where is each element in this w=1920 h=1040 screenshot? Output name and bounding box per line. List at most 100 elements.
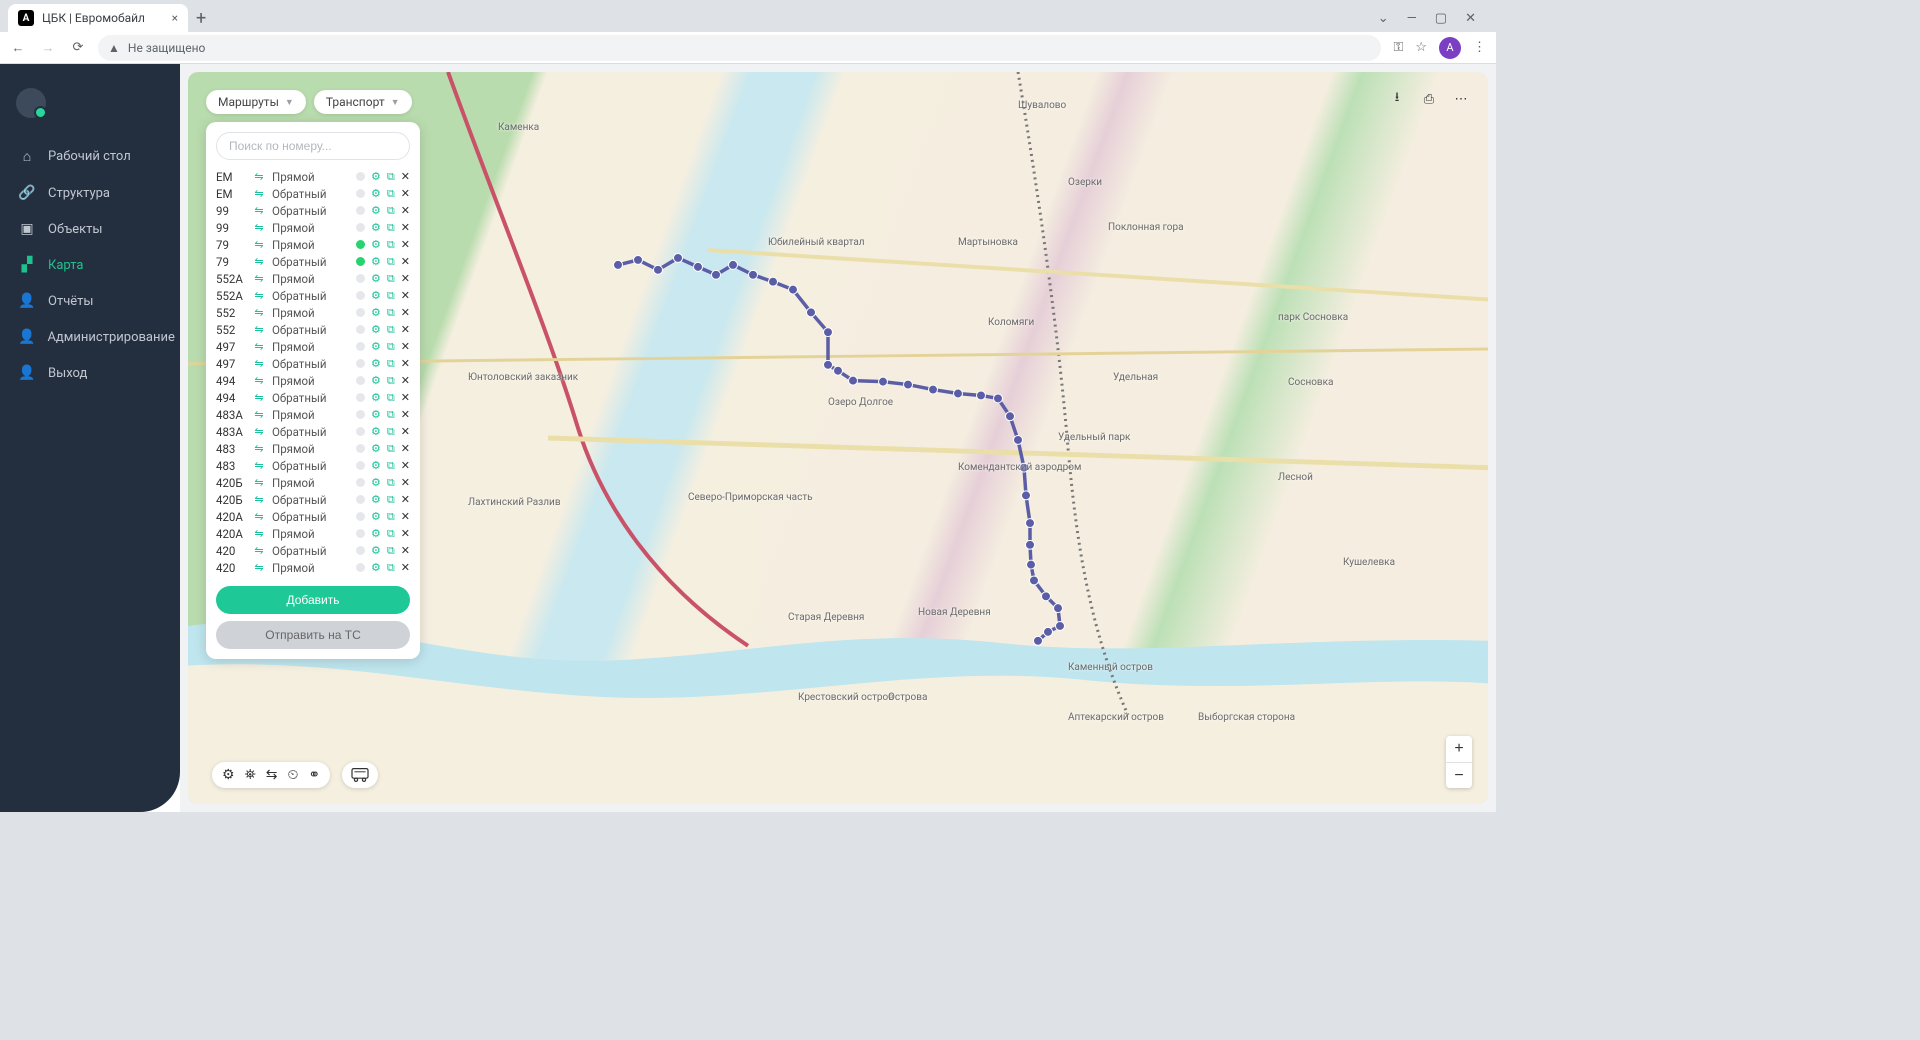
gear-icon[interactable]: ⚙ — [371, 238, 381, 251]
remove-icon[interactable]: ✕ — [401, 459, 410, 472]
route-row[interactable]: 420А⇋Обратный⚙⧉✕ — [216, 508, 410, 525]
gear-icon[interactable]: ⚙ — [371, 408, 381, 421]
browser-tab[interactable]: A ЦБК | Евромобайл × — [8, 4, 188, 32]
route-row[interactable]: 99⇋Обратный⚙⧉✕ — [216, 202, 410, 219]
remove-icon[interactable]: ✕ — [401, 289, 410, 302]
user-block[interactable] — [0, 78, 180, 138]
remove-icon[interactable]: ✕ — [401, 204, 410, 217]
duplicate-icon[interactable]: ⧉ — [387, 510, 395, 524]
sidebar-item-structure[interactable]: 🔗Структура — [0, 175, 180, 211]
remove-icon[interactable]: ✕ — [401, 238, 410, 251]
gear-icon[interactable]: ⚙ — [371, 544, 381, 557]
remove-icon[interactable]: ✕ — [401, 374, 410, 387]
duplicate-icon[interactable]: ⧉ — [387, 306, 395, 320]
maximize-icon[interactable]: ▢ — [1435, 11, 1447, 26]
duplicate-icon[interactable]: ⧉ — [387, 374, 395, 388]
gear-icon[interactable]: ⚙ — [371, 459, 381, 472]
remove-icon[interactable]: ✕ — [401, 442, 410, 455]
route-row[interactable]: 552А⇋Обратный⚙⧉✕ — [216, 287, 410, 304]
zoom-out-button[interactable]: − — [1446, 762, 1472, 788]
duplicate-icon[interactable]: ⧉ — [387, 459, 395, 473]
sidebar-item-dashboard[interactable]: ⌂Рабочий стол — [0, 138, 180, 175]
routes-filter-pill[interactable]: Маршруты ▼ — [206, 90, 306, 114]
gear-icon[interactable]: ⚙ — [371, 357, 381, 370]
reload-icon[interactable]: ⟳ — [70, 40, 86, 56]
more-icon[interactable]: ⋯ — [1450, 88, 1472, 110]
route-row[interactable]: 483⇋Прямой⚙⧉✕ — [216, 440, 410, 457]
gear-icon[interactable]: ⚙ — [371, 340, 381, 353]
bus-tool-group[interactable] — [342, 762, 378, 788]
duplicate-icon[interactable]: ⧉ — [387, 527, 395, 541]
profile-avatar[interactable]: A — [1439, 37, 1461, 59]
duplicate-icon[interactable]: ⧉ — [387, 442, 395, 456]
route-row[interactable]: 483⇋Обратный⚙⧉✕ — [216, 457, 410, 474]
route-row[interactable]: EM⇋Обратный⚙⧉✕ — [216, 185, 410, 202]
route-row[interactable]: 497⇋Прямой⚙⧉✕ — [216, 338, 410, 355]
remove-icon[interactable]: ✕ — [401, 187, 410, 200]
gear-icon[interactable]: ⚙ — [371, 289, 381, 302]
remove-icon[interactable]: ✕ — [401, 272, 410, 285]
remove-icon[interactable]: ✕ — [401, 476, 410, 489]
route-row[interactable]: 99⇋Прямой⚙⧉✕ — [216, 219, 410, 236]
sidebar-item-map[interactable]: ▞Карта — [0, 247, 180, 283]
duplicate-icon[interactable]: ⧉ — [387, 493, 395, 507]
sidebar-item-admin[interactable]: 👤Администрирование — [0, 319, 180, 355]
link-icon[interactable]: ⚭ — [308, 767, 320, 783]
gear-icon[interactable]: ⚙ — [371, 493, 381, 506]
remove-icon[interactable]: ✕ — [401, 255, 410, 268]
gear-icon[interactable]: ⚙ — [371, 272, 381, 285]
duplicate-icon[interactable]: ⧉ — [387, 357, 395, 371]
route-row[interactable]: 420⇋Прямой⚙⧉✕ — [216, 559, 410, 576]
remove-icon[interactable]: ✕ — [401, 510, 410, 523]
remove-icon[interactable]: ✕ — [401, 493, 410, 506]
close-tab-icon[interactable]: × — [172, 11, 178, 25]
remove-icon[interactable]: ✕ — [401, 544, 410, 557]
gear-icon[interactable]: ⚙ — [371, 187, 381, 200]
remove-icon[interactable]: ✕ — [401, 323, 410, 336]
sidebar-item-objects[interactable]: ▣Объекты — [0, 211, 180, 247]
gear-icon[interactable]: ⚙ — [371, 442, 381, 455]
minimize-icon[interactable]: — — [1407, 11, 1417, 26]
duplicate-icon[interactable]: ⧉ — [387, 561, 395, 575]
sidebar-item-logout[interactable]: 👤Выход — [0, 355, 180, 391]
duplicate-icon[interactable]: ⧉ — [387, 221, 395, 235]
gear-icon[interactable]: ⚙ — [371, 221, 381, 234]
route-row[interactable]: 420⇋Обратный⚙⧉✕ — [216, 542, 410, 559]
route-row[interactable]: 79⇋Обратный⚙⧉✕ — [216, 253, 410, 270]
duplicate-icon[interactable]: ⧉ — [387, 238, 395, 252]
route-row[interactable]: 552⇋Обратный⚙⧉✕ — [216, 321, 410, 338]
key-icon[interactable]: ⚿ — [1393, 40, 1403, 55]
swap-icon[interactable]: ⇆ — [266, 767, 278, 783]
duplicate-icon[interactable]: ⧉ — [387, 289, 395, 303]
remove-icon[interactable]: ✕ — [401, 527, 410, 540]
gear-icon[interactable]: ⚙ — [371, 323, 381, 336]
route-row[interactable]: 497⇋Обратный⚙⧉✕ — [216, 355, 410, 372]
kebab-menu-icon[interactable]: ⋮ — [1473, 40, 1486, 55]
remove-icon[interactable]: ✕ — [401, 340, 410, 353]
new-tab-button[interactable]: + — [196, 8, 206, 29]
duplicate-icon[interactable]: ⧉ — [387, 391, 395, 405]
settings-dropdown-icon[interactable]: ⌄ — [1378, 11, 1389, 26]
forward-icon[interactable]: → — [40, 40, 56, 56]
gear-icon[interactable]: ⚙ — [371, 476, 381, 489]
remove-icon[interactable]: ✕ — [401, 221, 410, 234]
map-canvas[interactable]: КаменкаШуваловоОзеркиПоклонная гораМарты… — [188, 72, 1488, 804]
route-row[interactable]: 420Б⇋Обратный⚙⧉✕ — [216, 491, 410, 508]
add-button[interactable]: Добавить — [216, 586, 410, 614]
remove-icon[interactable]: ✕ — [401, 391, 410, 404]
close-window-icon[interactable]: ✕ — [1465, 11, 1476, 26]
send-to-vehicle-button[interactable]: Отправить на ТС — [216, 621, 410, 649]
duplicate-icon[interactable]: ⧉ — [387, 476, 395, 490]
user-location-icon[interactable]: ⛯ — [245, 767, 256, 783]
remove-icon[interactable]: ✕ — [401, 357, 410, 370]
settings-icon[interactable]: ⚙ — [222, 767, 235, 783]
duplicate-icon[interactable]: ⧉ — [387, 425, 395, 439]
transport-filter-pill[interactable]: Транспорт ▼ — [314, 90, 412, 114]
duplicate-icon[interactable]: ⧉ — [387, 187, 395, 201]
gear-icon[interactable]: ⚙ — [371, 391, 381, 404]
route-row[interactable]: 420А⇋Прямой⚙⧉✕ — [216, 525, 410, 542]
duplicate-icon[interactable]: ⧉ — [387, 272, 395, 286]
gear-icon[interactable]: ⚙ — [371, 374, 381, 387]
remove-icon[interactable]: ✕ — [401, 425, 410, 438]
duplicate-icon[interactable]: ⧉ — [387, 255, 395, 269]
